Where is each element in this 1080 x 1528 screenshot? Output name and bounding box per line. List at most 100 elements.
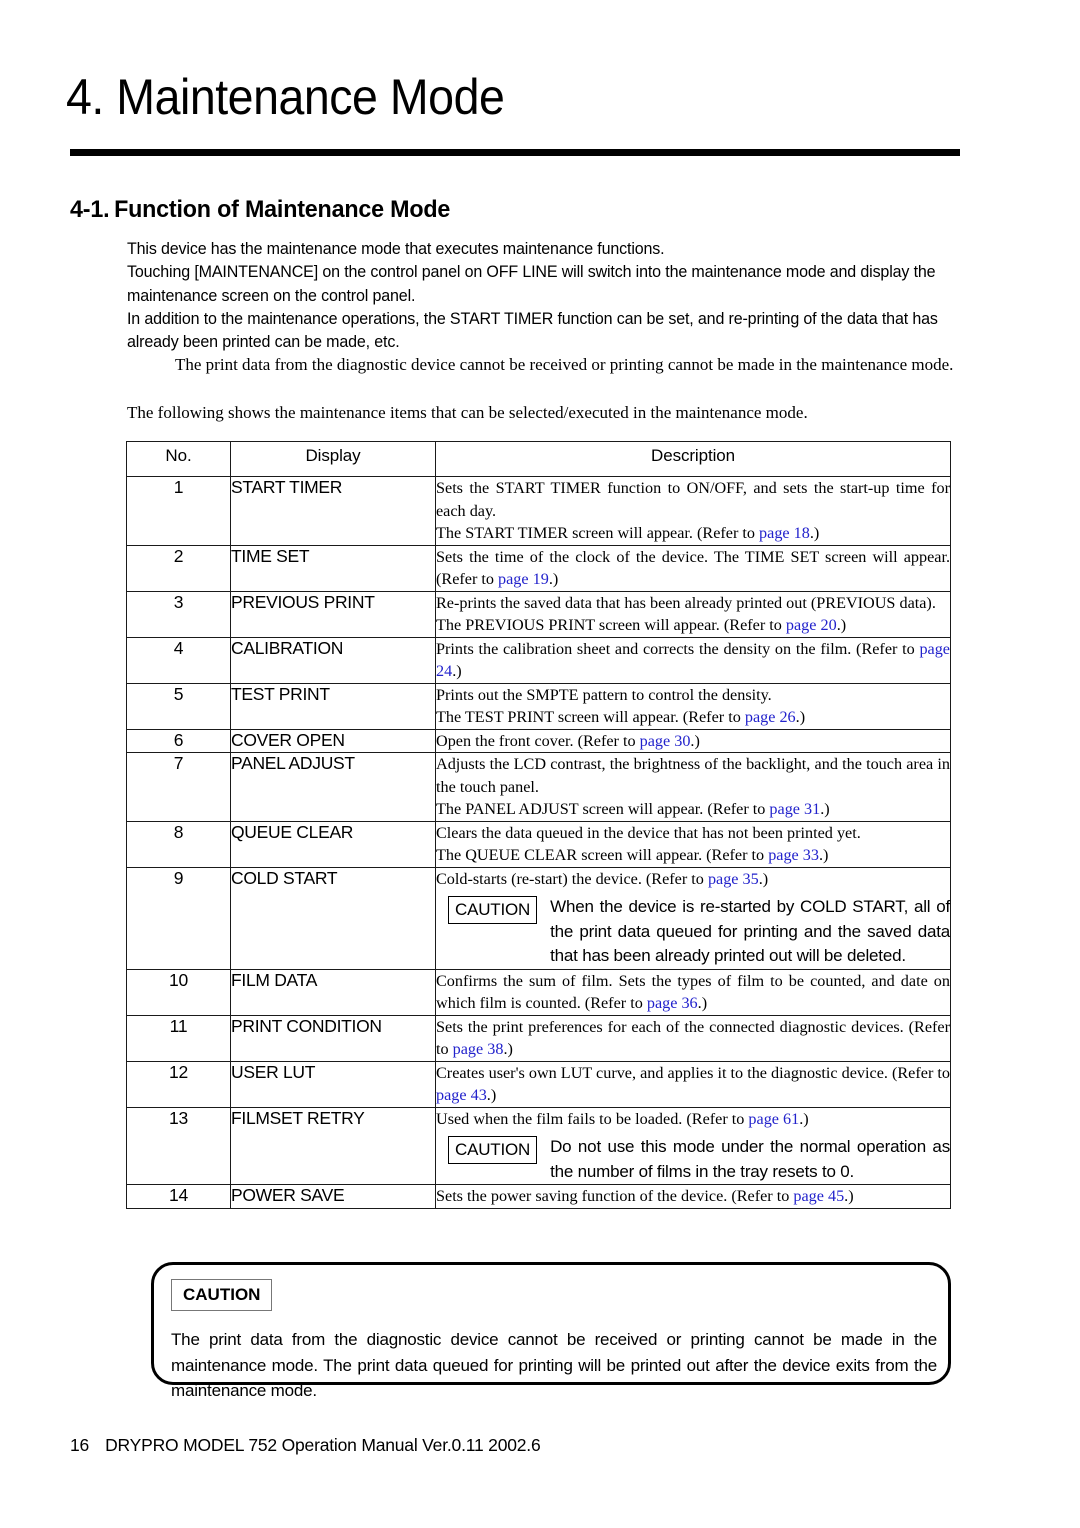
table-row: 10 FILM DATA Confirms the sum of film. Set… [126, 968, 951, 1016]
row-display-name: USER LUT [230, 1060, 436, 1108]
row-display-name: COVER OPEN [230, 728, 436, 753]
row-display-name: PREVIOUS PRINT [230, 590, 436, 638]
intro-paragraph-2: Touching [MAINTENANCE] on the control pa… [127, 263, 936, 305]
column-header-no: No. [126, 441, 231, 477]
page-reference-link[interactable]: page 43 [436, 1086, 487, 1104]
row-description: Sets the power saving function of the de… [435, 1184, 951, 1209]
table-row: 12 USER LUT Creates user's own LUT curve, … [126, 1060, 951, 1108]
caution-box-text: The print data from the diagnostic devic… [171, 1330, 937, 1400]
description-line: Sets the time of the clock of the device… [436, 547, 950, 589]
column-header-display: Display [230, 441, 436, 477]
page-reference-link[interactable]: page 33 [768, 846, 819, 864]
inline-caution: CAUTION Do not use this mode under the no… [448, 1135, 950, 1184]
chapter-title: 4. Maintenance Mode [66, 69, 505, 125]
row-number: 1 [126, 476, 231, 546]
table-row: 8 QUEUE CLEAR Clears the data queued in th… [126, 820, 951, 868]
row-description: Re-prints the saved data that has been a… [435, 590, 951, 638]
caution-box: CAUTION The print data from the diagnost… [151, 1262, 951, 1400]
row-display-name: PRINT CONDITION [230, 1014, 436, 1062]
row-number: 11 [126, 1014, 231, 1062]
table-row: 14 POWER SAVE Sets the power saving functi… [126, 1184, 951, 1209]
row-description: Cold-starts (re-start) the device. (Refe… [435, 866, 951, 970]
table-row: 11 PRINT CONDITION Sets the print preferen… [126, 1014, 951, 1062]
page-footer: 16 DRYPRO MODEL 752 Operation Manual Ver.… [70, 1435, 541, 1456]
footer-text: DRYPRO MODEL 752 Operation Manual Ver.0.… [105, 1435, 541, 1455]
description-line: Clears the data queued in the device tha… [436, 823, 861, 842]
description-line: The TEST PRINT screen will appear. (Refe… [436, 708, 806, 726]
description-line: The PREVIOUS PRINT screen will appear. (… [436, 616, 847, 634]
description-line: Creates user's own LUT curve, and applie… [436, 1063, 950, 1105]
intro-paragraph-1: This device has the maintenance mode tha… [127, 240, 665, 258]
row-number: 13 [126, 1106, 231, 1185]
section-heading: 4-1. Function of Maintenance Mode [70, 196, 450, 224]
page-reference-link[interactable]: page 30 [640, 732, 691, 750]
row-number: 12 [126, 1060, 231, 1108]
row-display-name: PANEL ADJUST [230, 752, 436, 822]
table-body: 1 START TIMER Sets the START TIMER functio… [126, 476, 951, 1209]
intro-paragraphs: This device has the maintenance mode tha… [127, 238, 945, 354]
row-description: Creates user's own LUT curve, and applie… [435, 1060, 951, 1108]
description-line: Sets the print preferences for each of t… [436, 1017, 950, 1059]
table-row: 9 COLD START Cold-starts (re-start) the de… [126, 866, 951, 970]
description-line: Used when the film fails to be loaded. (… [436, 1109, 809, 1128]
row-description: Prints out the SMPTE pattern to control … [435, 682, 951, 730]
inline-caution-label: CAUTION [448, 1136, 538, 1164]
section-title: Function of Maintenance Mode [114, 196, 451, 223]
page-reference-link[interactable]: page 20 [786, 616, 837, 634]
row-number: 8 [126, 820, 231, 868]
table-row: 3 PREVIOUS PRINT Re-prints the saved data … [126, 590, 951, 638]
row-number: 14 [126, 1184, 231, 1209]
description-line: The PANEL ADJUST screen will appear. (Re… [436, 800, 830, 818]
intro-note-text: The print data from the diagnostic devic… [175, 355, 954, 374]
caution-box-label: CAUTION [171, 1279, 273, 1311]
page-reference-link[interactable]: page 45 [793, 1187, 844, 1205]
row-description: Clears the data queued in the device tha… [435, 820, 951, 868]
row-description: Adjusts the LCD contrast, the brightness… [435, 752, 951, 822]
page-reference-link[interactable]: page 38 [453, 1040, 504, 1058]
row-display-name: START TIMER [230, 476, 436, 546]
row-number: 6 [126, 728, 231, 753]
page-reference-link[interactable]: page 31 [769, 800, 820, 818]
document-page: 4. Maintenance Mode 4-1. Function of Main… [0, 0, 1080, 1528]
row-description: Open the front cover. (Refer to page 30.… [435, 728, 951, 753]
row-number: 7 [126, 752, 231, 822]
table-row: 13 FILMSET RETRY Used when the film fails … [126, 1106, 951, 1185]
row-display-name: COLD START [230, 866, 436, 970]
section-number: 4-1. [70, 196, 110, 223]
row-number: 3 [126, 590, 231, 638]
row-display-name: TEST PRINT [230, 682, 436, 730]
description-line: Open the front cover. (Refer to page 30.… [436, 731, 700, 750]
inline-caution-label: CAUTION [448, 896, 538, 924]
page-reference-link[interactable]: page 24 [436, 640, 950, 681]
inline-caution-text: Do not use this mode under the normal op… [550, 1137, 950, 1181]
page-reference-link[interactable]: page 18 [759, 524, 810, 542]
description-line: Cold-starts (re-start) the device. (Refe… [436, 869, 769, 888]
row-description: Sets the START TIMER function to ON/OFF,… [435, 476, 951, 546]
description-line: Adjusts the LCD contrast, the brightness… [436, 755, 950, 796]
row-number: 10 [126, 968, 231, 1016]
table-row: 5 TEST PRINT Prints out the SMPTE pattern … [126, 682, 951, 730]
row-number: 9 [126, 866, 231, 970]
table-row: 7 PANEL ADJUST Adjusts the LCD contrast, t… [126, 752, 951, 822]
row-number: 2 [126, 544, 231, 592]
description-line: Sets the START TIMER function to ON/OFF,… [436, 479, 950, 520]
inline-caution-text: When the device is re-started by COLD ST… [550, 897, 950, 965]
page-reference-link[interactable]: page 36 [647, 994, 698, 1012]
page-reference-link[interactable]: page 35 [708, 870, 759, 888]
row-display-name: QUEUE CLEAR [230, 820, 436, 868]
page-reference-link[interactable]: page 61 [748, 1110, 799, 1128]
description-line: Sets the power saving function of the de… [436, 1187, 854, 1205]
row-display-name: POWER SAVE [230, 1184, 436, 1209]
description-line: Prints the calibration sheet and correct… [436, 639, 950, 681]
row-description: Sets the print preferences for each of t… [435, 1014, 951, 1062]
description-line: Prints out the SMPTE pattern to control … [436, 685, 772, 704]
page-reference-link[interactable]: page 19 [498, 570, 549, 588]
page-reference-link[interactable]: page 26 [745, 708, 796, 726]
footer-page-number: 16 [70, 1435, 90, 1455]
row-description: Sets the time of the clock of the device… [435, 544, 951, 592]
table-row: 6 COVER OPEN Open the front cover. (Refer … [126, 728, 951, 753]
table-row: 4 CALIBRATION Prints the calibration sheet… [126, 636, 951, 684]
description-line: The QUEUE CLEAR screen will appear. (Ref… [436, 846, 829, 864]
maintenance-items-table: No. Display Description 1 START TIMER Sets… [126, 441, 951, 1209]
row-display-name: FILMSET RETRY [230, 1106, 436, 1185]
